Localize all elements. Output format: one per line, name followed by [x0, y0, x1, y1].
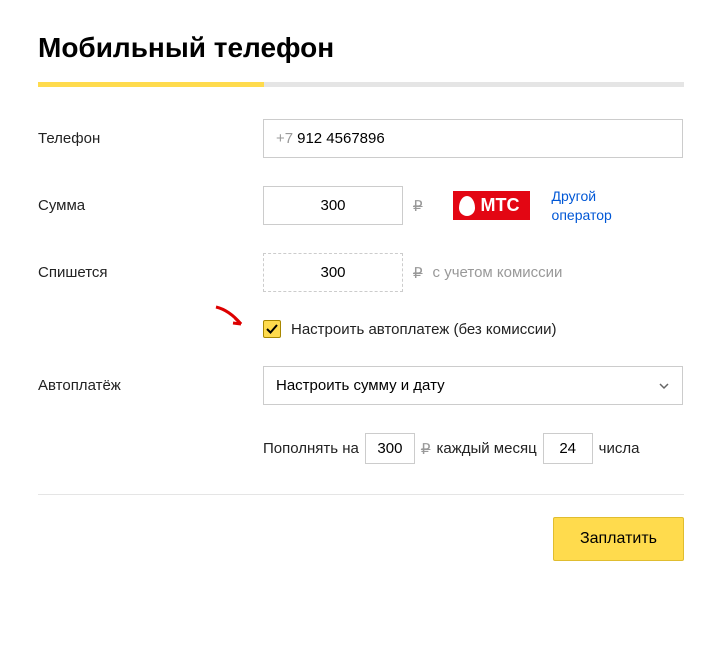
autopay-checkbox-row: Настроить автоплатеж (без комиссии)	[263, 320, 684, 338]
operator-logo: МТС	[453, 191, 530, 220]
ruble-icon: ₽	[413, 264, 423, 282]
submit-button[interactable]: Заплатить	[553, 517, 684, 561]
amount-input[interactable]: 300	[263, 186, 403, 225]
autopay-row: Автоплатёж Настроить сумму и дату	[38, 366, 684, 405]
submit-row: Заплатить	[38, 517, 684, 561]
page-title: Мобильный телефон	[38, 32, 684, 64]
phone-row: Телефон +7912 4567896	[38, 119, 684, 158]
autopay-checkbox-label: Настроить автоплатеж (без комиссии)	[291, 321, 556, 338]
mts-egg-icon	[459, 196, 475, 216]
phone-prefix: +7	[276, 130, 293, 147]
phone-input[interactable]: +7912 4567896	[263, 119, 683, 158]
progress-fill	[38, 82, 264, 87]
amount-label: Сумма	[38, 197, 263, 214]
autopay-label: Автоплатёж	[38, 377, 263, 394]
ruble-icon: ₽	[421, 440, 431, 458]
ruble-icon: ₽	[413, 197, 423, 215]
progress-bar	[38, 82, 684, 87]
arrow-icon	[211, 302, 251, 332]
phone-label: Телефон	[38, 130, 263, 147]
autopay-detail-row: Пополнять на ₽ каждый месяц числа	[263, 433, 684, 464]
autopay-suffix: числа	[599, 440, 640, 457]
amount-row: Сумма 300 ₽ МТС Другой оператор	[38, 186, 684, 225]
charged-label: Спишется	[38, 264, 263, 281]
change-operator-link[interactable]: Другой оператор	[552, 187, 622, 223]
autopay-select[interactable]: Настроить сумму и дату	[263, 366, 683, 405]
charged-row: Спишется 300 ₽ с учетом комиссии	[38, 253, 684, 292]
autopay-amount-input[interactable]	[365, 433, 415, 464]
operator-name: МТС	[481, 195, 520, 216]
autopay-checkbox[interactable]	[263, 320, 281, 338]
charged-input: 300	[263, 253, 403, 292]
phone-value: 912 4567896	[297, 130, 385, 147]
divider	[38, 494, 684, 495]
autopay-select-value: Настроить сумму и дату	[276, 377, 445, 394]
autopay-mid: каждый месяц	[436, 440, 536, 457]
autopay-day-input[interactable]	[543, 433, 593, 464]
charged-hint: с учетом комиссии	[433, 264, 563, 281]
chevron-down-icon	[658, 380, 670, 392]
checkmark-icon	[265, 322, 279, 336]
autopay-prefix: Пополнять на	[263, 440, 359, 457]
